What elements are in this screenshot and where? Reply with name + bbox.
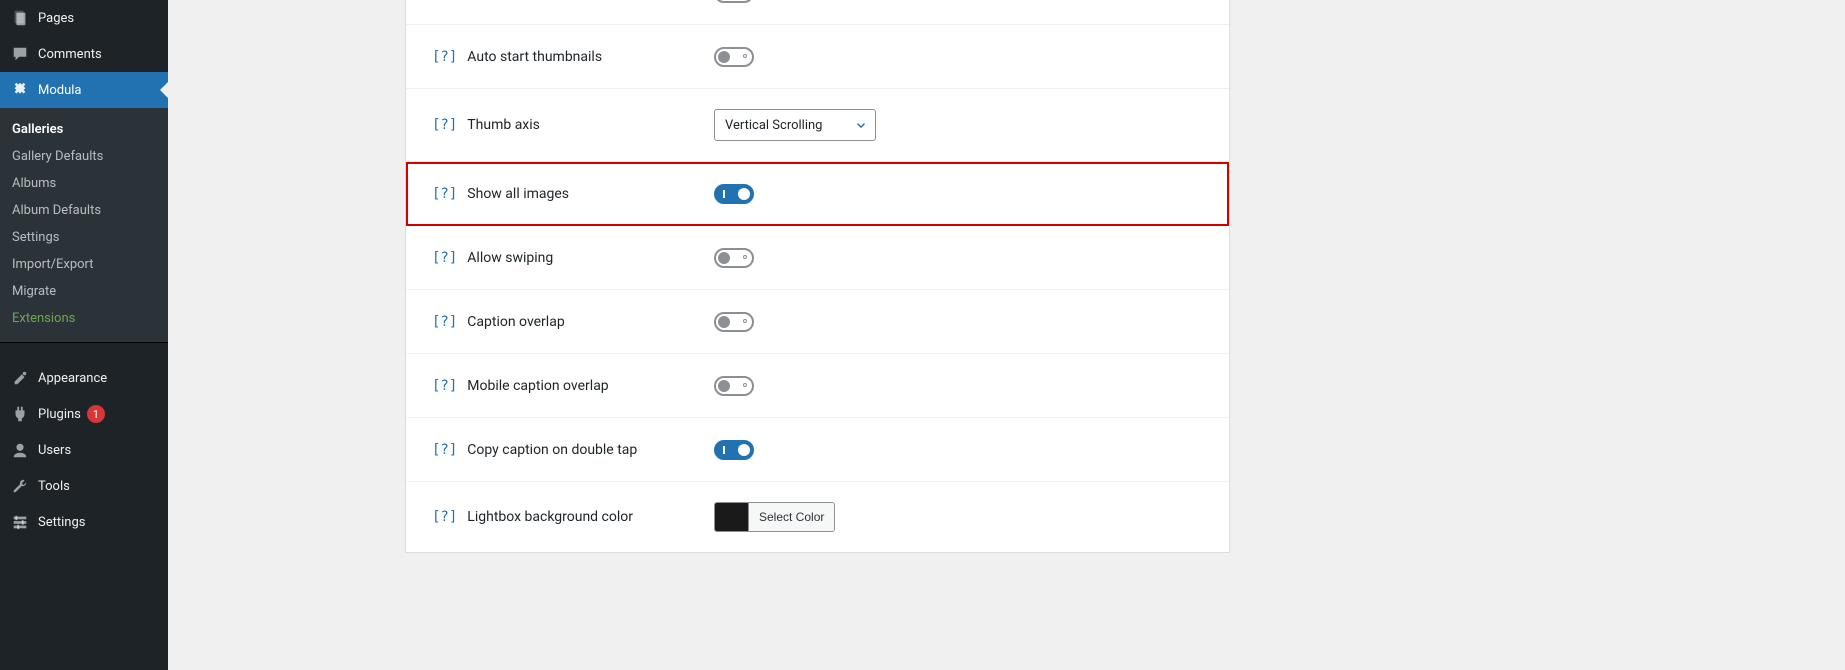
- help-icon[interactable]: [?]: [432, 0, 457, 1]
- sidebar-item-tools[interactable]: Tools: [0, 468, 168, 504]
- settings-panel: [?] Thumbnails at bottom [?] Auto start …: [405, 0, 1230, 553]
- row-auto-start-thumbnails: [?] Auto start thumbnails: [406, 25, 1229, 89]
- toggle-auto-start-thumbnails[interactable]: [714, 47, 754, 67]
- settings-icon: [10, 512, 30, 532]
- sidebar-item-label: Tools: [38, 479, 70, 494]
- users-icon: [10, 440, 30, 460]
- help-icon[interactable]: [?]: [432, 378, 457, 394]
- sidebar-sub-import-export[interactable]: Import/Export: [0, 251, 168, 278]
- row-label: Thumb axis: [467, 117, 540, 133]
- toggle-allow-swiping[interactable]: [714, 248, 754, 268]
- pages-icon: [10, 8, 30, 28]
- help-icon[interactable]: [?]: [432, 442, 457, 458]
- sidebar-separator: [0, 342, 168, 360]
- color-picker-lightbox-bg[interactable]: Select Color: [714, 502, 835, 532]
- sidebar-sub-gallery-defaults[interactable]: Gallery Defaults: [0, 143, 168, 170]
- sidebar-sub-albums[interactable]: Albums: [0, 170, 168, 197]
- sidebar-item-settings[interactable]: Settings: [0, 504, 168, 540]
- row-copy-caption-double-tap: [?] Copy caption on double tap: [406, 418, 1229, 482]
- appearance-icon: [10, 368, 30, 388]
- row-show-all-images: [?] Show all images: [406, 162, 1229, 226]
- row-label: Show all images: [467, 186, 569, 202]
- select-value: Vertical Scrolling: [725, 118, 822, 133]
- toggle-mobile-caption-overlap[interactable]: [714, 376, 754, 396]
- row-mobile-caption-overlap: [?] Mobile caption overlap: [406, 354, 1229, 418]
- sidebar-item-plugins[interactable]: Plugins 1: [0, 396, 168, 432]
- sidebar-item-label: Settings: [38, 515, 85, 530]
- toggle-show-all-images[interactable]: [714, 184, 754, 204]
- row-label: Caption overlap: [467, 314, 564, 330]
- color-swatch: [715, 503, 749, 531]
- sidebar-sub-extensions[interactable]: Extensions: [0, 305, 168, 332]
- sidebar-item-comments[interactable]: Comments: [0, 36, 168, 72]
- select-color-button[interactable]: Select Color: [749, 503, 834, 531]
- sidebar-item-label: Appearance: [38, 371, 107, 386]
- toggle-caption-overlap[interactable]: [714, 312, 754, 332]
- row-thumbnails-at-bottom: [?] Thumbnails at bottom: [406, 0, 1229, 25]
- sidebar-item-label: Modula: [38, 83, 82, 98]
- sidebar-sub-album-defaults[interactable]: Album Defaults: [0, 197, 168, 224]
- select-thumb-axis[interactable]: Vertical Scrolling: [714, 109, 876, 141]
- sidebar-item-label: Comments: [38, 47, 102, 62]
- plugins-icon: [10, 404, 30, 424]
- sidebar-item-label: Plugins: [38, 407, 81, 422]
- sidebar-item-users[interactable]: Users: [0, 432, 168, 468]
- sidebar-sub-migrate[interactable]: Migrate: [0, 278, 168, 305]
- sidebar-item-label: Users: [38, 443, 71, 458]
- row-label: Copy caption on double tap: [467, 442, 637, 458]
- row-label: Allow swiping: [467, 250, 553, 266]
- sidebar-item-pages[interactable]: Pages: [0, 0, 168, 36]
- help-icon[interactable]: [?]: [432, 49, 457, 65]
- sidebar-item-modula[interactable]: Modula: [0, 72, 168, 108]
- admin-sidebar: Pages Comments Modula Galleries Gallery …: [0, 0, 168, 670]
- row-allow-swiping: [?] Allow swiping: [406, 226, 1229, 290]
- main-content: [?] Thumbnails at bottom [?] Auto start …: [168, 0, 1845, 670]
- toggle-copy-caption-double-tap[interactable]: [714, 440, 754, 460]
- help-icon[interactable]: [?]: [432, 186, 457, 202]
- help-icon[interactable]: [?]: [432, 117, 457, 133]
- modula-icon: [10, 80, 30, 100]
- sidebar-sub-settings[interactable]: Settings: [0, 224, 168, 251]
- help-icon[interactable]: [?]: [432, 509, 457, 525]
- row-caption-overlap: [?] Caption overlap: [406, 290, 1229, 354]
- toggle-thumbnails-at-bottom[interactable]: [714, 0, 754, 3]
- row-lightbox-background-color: [?] Lightbox background color Select Col…: [406, 482, 1229, 552]
- plugins-update-badge: 1: [87, 405, 105, 423]
- tools-icon: [10, 476, 30, 496]
- sidebar-sub-galleries[interactable]: Galleries: [0, 116, 168, 143]
- comments-icon: [10, 44, 30, 64]
- sidebar-item-label: Pages: [38, 11, 74, 26]
- row-label: Thumbnails at bottom: [467, 0, 605, 1]
- row-label: Lightbox background color: [467, 509, 633, 525]
- row-thumb-axis: [?] Thumb axis Vertical Scrolling: [406, 89, 1229, 162]
- help-icon[interactable]: [?]: [432, 314, 457, 330]
- row-label: Auto start thumbnails: [467, 49, 602, 65]
- row-label: Mobile caption overlap: [467, 378, 608, 394]
- sidebar-submenu: Galleries Gallery Defaults Albums Album …: [0, 108, 168, 342]
- help-icon[interactable]: [?]: [432, 250, 457, 266]
- sidebar-item-appearance[interactable]: Appearance: [0, 360, 168, 396]
